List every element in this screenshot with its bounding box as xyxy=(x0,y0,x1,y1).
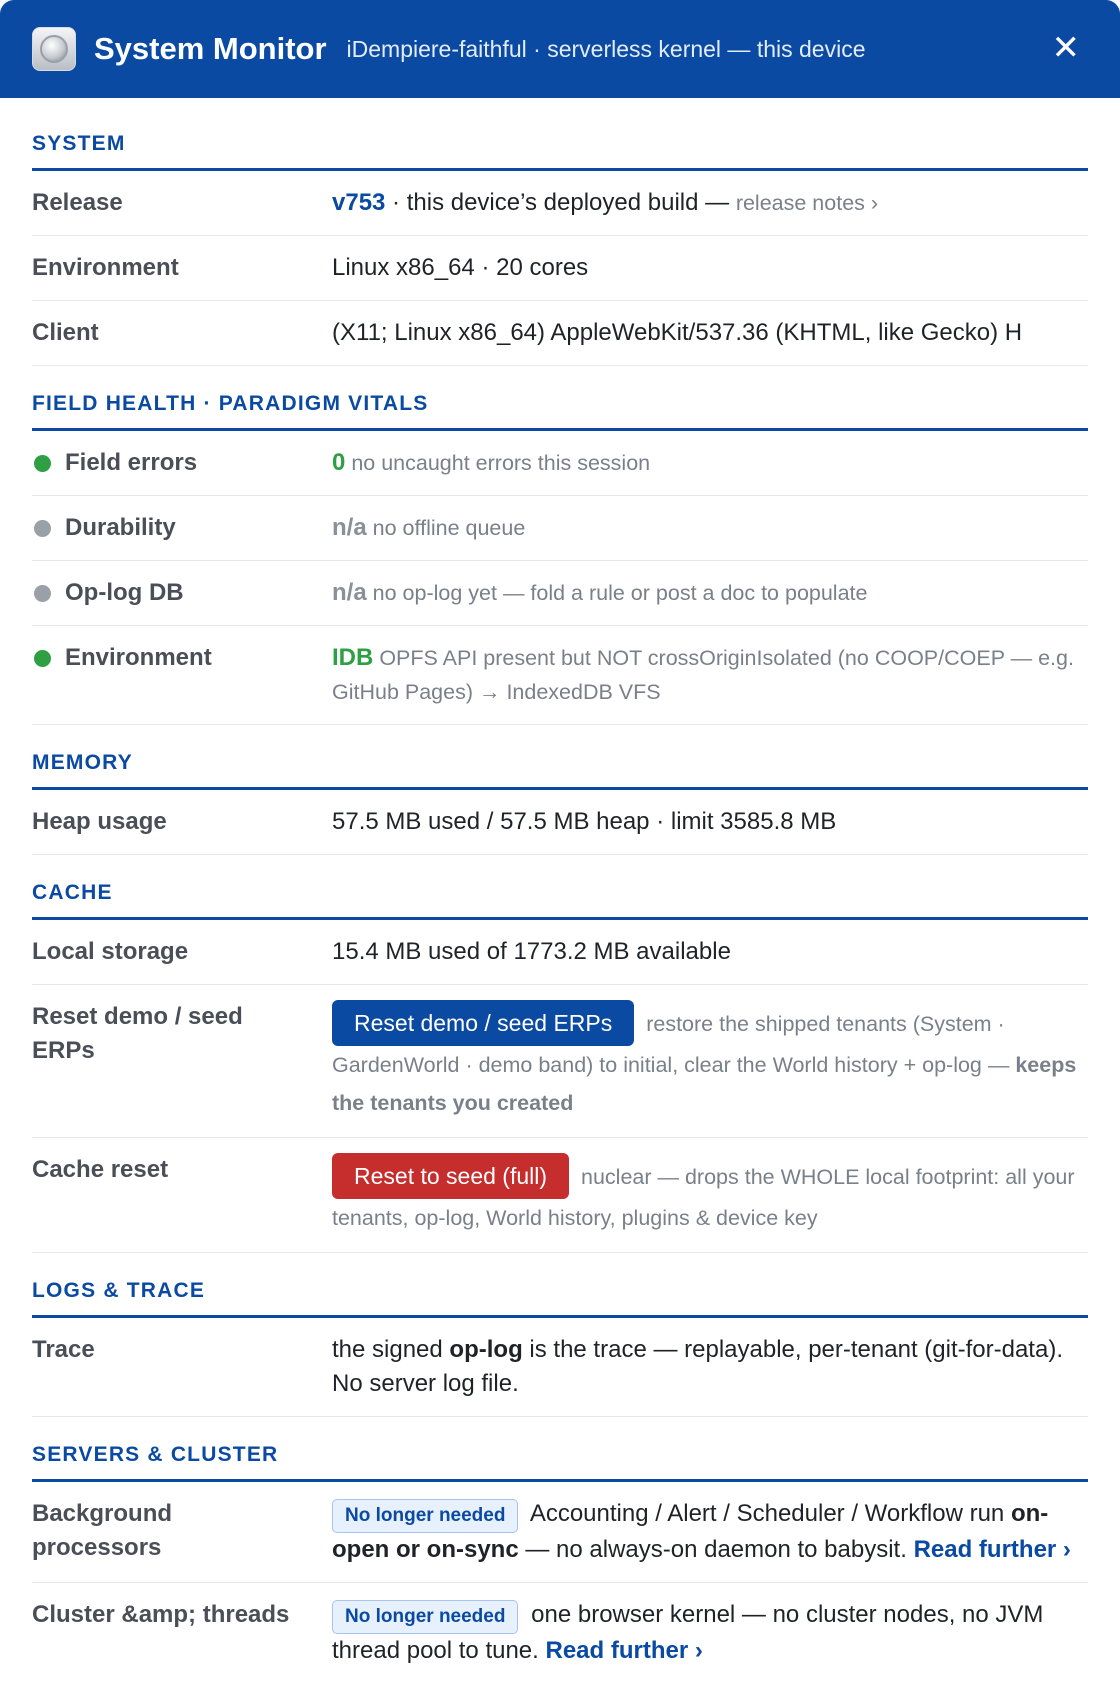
close-icon[interactable]: ✕ xyxy=(1052,30,1081,66)
read-further-link[interactable]: Read further › xyxy=(546,1637,703,1664)
row-label-wrap: Op-log DB xyxy=(32,576,332,610)
row-value: No longer needed Accounting / Alert / Sc… xyxy=(332,1497,1088,1567)
row-value: Reset demo / seed ERPs restore the shipp… xyxy=(332,1000,1088,1122)
cache-section: CACHE Local storage 15.4 MB used of 1773… xyxy=(32,881,1088,1253)
row-value: the signed op-log is the trace — replaya… xyxy=(332,1333,1088,1401)
row-value: (X11; Linux x86_64) AppleWebKit/537.36 (… xyxy=(332,319,1023,346)
section-heading: LOGS & TRACE xyxy=(32,1279,1088,1318)
reset-to-seed-button[interactable]: Reset to seed (full) xyxy=(332,1153,570,1199)
background-post: — no always-on daemon to babysit. xyxy=(518,1536,914,1563)
status-dot-icon xyxy=(34,520,51,537)
status-value: n/a xyxy=(332,514,367,541)
row-value: n/a no op-log yet — fold a rule or post … xyxy=(332,576,1088,610)
field-errors-row: Field errors 0 no uncaught errors this s… xyxy=(32,431,1088,496)
row-label: Client xyxy=(32,319,99,346)
row-value: n/a no offline queue xyxy=(332,511,1088,545)
trace-pre: the signed xyxy=(332,1336,450,1363)
row-value: Reset to seed (full) nuclear — drops the… xyxy=(332,1153,1088,1237)
status-badge: No longer needed xyxy=(332,1600,519,1634)
servers-section: SERVERS & CLUSTER Background processors … xyxy=(32,1443,1088,1683)
status-value: IDB xyxy=(332,644,374,671)
reset-demo-row: Reset demo / seed ERPs Reset demo / seed… xyxy=(32,985,1088,1138)
reset-demo-button[interactable]: Reset demo / seed ERPs xyxy=(332,1000,635,1046)
status-value: 0 xyxy=(332,449,346,476)
background-text: Accounting / Alert / Scheduler / Workflo… xyxy=(524,1500,1011,1527)
local-storage-row: Local storage 15.4 MB used of 1773.2 MB … xyxy=(32,920,1088,985)
cluster-row: Cluster &amp; threads No longer needed o… xyxy=(32,1583,1088,1683)
row-value: Linux x86_64 · 20 cores xyxy=(332,254,589,281)
release-notes-link[interactable]: release notes › xyxy=(736,191,878,215)
status-dot-icon xyxy=(34,585,51,602)
release-version: v753 xyxy=(332,189,386,216)
row-value: 57.5 MB used / 57.5 MB heap · limit 3585… xyxy=(332,808,837,835)
row-label: Field errors xyxy=(65,449,198,476)
title-bar: System Monitor iDempiere-faithful · serv… xyxy=(0,0,1120,98)
section-heading: CACHE xyxy=(32,881,1088,920)
section-heading: SERVERS & CLUSTER xyxy=(32,1443,1088,1482)
row-label: Trace xyxy=(32,1336,95,1363)
trace-bold: op-log xyxy=(449,1336,523,1363)
status-value: n/a xyxy=(332,579,367,606)
status-note: no op-log yet — fold a rule or post a do… xyxy=(366,581,868,605)
section-heading: FIELD HEALTH · PARADIGM VITALS xyxy=(32,392,1088,431)
row-label: Cache reset xyxy=(32,1156,169,1183)
app-logo-icon xyxy=(32,27,76,71)
status-dot-icon xyxy=(34,650,51,667)
row-label: Op-log DB xyxy=(65,579,184,606)
row-label: Environment xyxy=(32,254,179,281)
status-note: no offline queue xyxy=(366,516,526,540)
read-further-link[interactable]: Read further › xyxy=(914,1536,1071,1563)
row-label-wrap: Durability xyxy=(32,511,332,545)
row-label: Environment xyxy=(65,644,212,671)
status-note: OPFS API present but NOT crossOriginIsol… xyxy=(332,646,1074,704)
window-subtitle: iDempiere-faithful · serverless kernel —… xyxy=(346,35,866,62)
status-badge: No longer needed xyxy=(332,1499,519,1533)
row-label: Reset demo / seed ERPs xyxy=(32,1003,243,1064)
trace-row: Trace the signed op-log is the trace — r… xyxy=(32,1318,1088,1417)
row-value: 15.4 MB used of 1773.2 MB available xyxy=(332,938,731,965)
release-text: · this device’s deployed build — xyxy=(385,189,736,216)
row-label: Background processors xyxy=(32,1500,173,1561)
system-monitor-dialog: System Monitor iDempiere-faithful · serv… xyxy=(0,0,1120,1692)
section-heading: SYSTEM xyxy=(32,132,1088,171)
monitor-content: SYSTEM Release v753 · this device’s depl… xyxy=(0,98,1120,1683)
window-title: System Monitor xyxy=(94,31,327,66)
row-label-wrap: Environment xyxy=(32,641,332,709)
system-section: SYSTEM Release v753 · this device’s depl… xyxy=(32,132,1088,366)
field-health-section: FIELD HEALTH · PARADIGM VITALS Field err… xyxy=(32,392,1088,725)
health-environment-row: Environment IDB OPFS API present but NOT… xyxy=(32,626,1088,725)
row-value: No longer needed one browser kernel — no… xyxy=(332,1598,1088,1668)
row-label: Local storage xyxy=(32,938,189,965)
status-dot-icon xyxy=(34,455,51,472)
logs-section: LOGS & TRACE Trace the signed op-log is … xyxy=(32,1279,1088,1417)
row-label: Release xyxy=(32,189,123,216)
memory-section: MEMORY Heap usage 57.5 MB used / 57.5 MB… xyxy=(32,751,1088,855)
row-value: 0 no uncaught errors this session xyxy=(332,446,1088,480)
release-row: Release v753 · this device’s deployed bu… xyxy=(32,171,1088,236)
client-row: Client (X11; Linux x86_64) AppleWebKit/5… xyxy=(32,301,1088,366)
status-note: no uncaught errors this session xyxy=(345,451,651,475)
row-value: IDB OPFS API present but NOT crossOrigin… xyxy=(332,641,1088,709)
environment-row: Environment Linux x86_64 · 20 cores xyxy=(32,236,1088,301)
row-label: Cluster &amp; threads xyxy=(32,1601,290,1628)
row-label: Durability xyxy=(65,514,176,541)
row-label-wrap: Field errors xyxy=(32,446,332,480)
section-heading: MEMORY xyxy=(32,751,1088,790)
durability-row: Durability n/a no offline queue xyxy=(32,496,1088,561)
cache-reset-row: Cache reset Reset to seed (full) nuclear… xyxy=(32,1138,1088,1253)
background-row: Background processors No longer needed A… xyxy=(32,1482,1088,1583)
row-label: Heap usage xyxy=(32,808,167,835)
oplog-db-row: Op-log DB n/a no op-log yet — fold a rul… xyxy=(32,561,1088,626)
heap-row: Heap usage 57.5 MB used / 57.5 MB heap ·… xyxy=(32,790,1088,855)
row-value: v753 · this device’s deployed build — re… xyxy=(332,186,1088,220)
